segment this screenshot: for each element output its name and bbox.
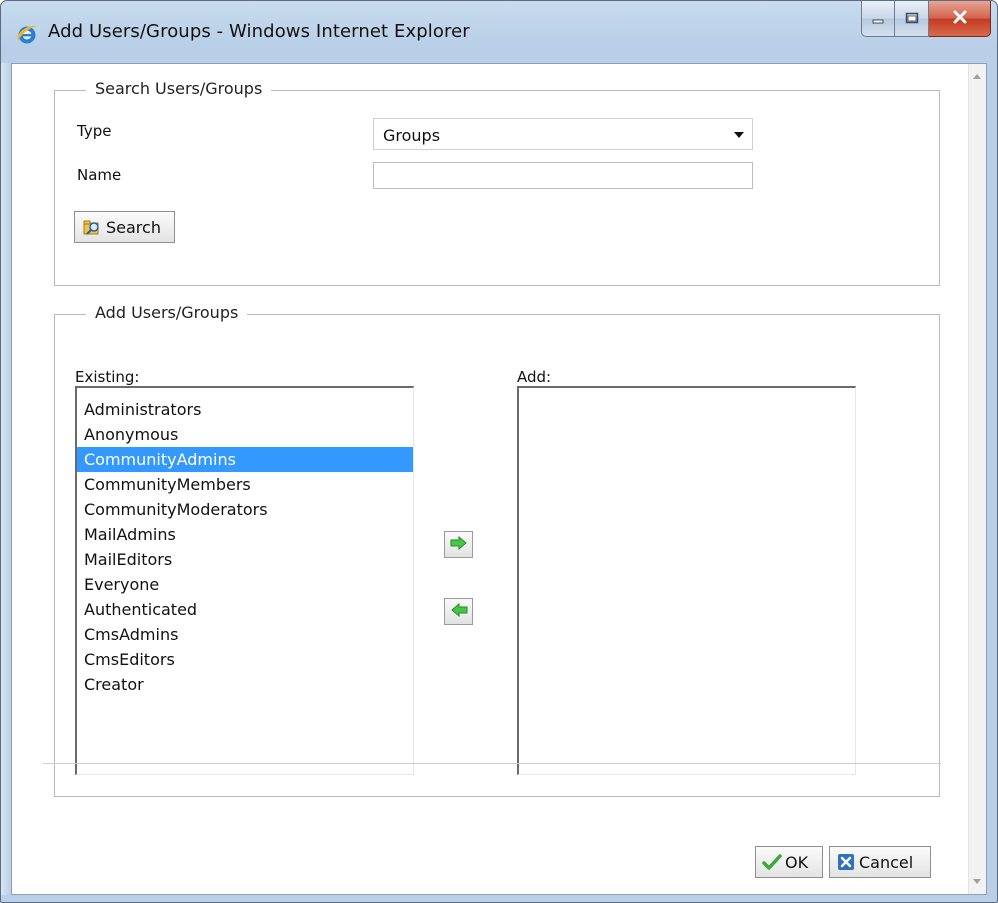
minimize-icon [871,9,885,28]
list-item[interactable]: Authenticated [77,597,413,622]
cancel-icon [837,853,855,871]
browser-window: Add Users/Groups - Windows Internet Expl… [0,0,998,903]
arrow-left-icon [450,602,468,621]
list-item[interactable]: CmsAdmins [77,622,413,647]
list-item[interactable]: MailAdmins [77,522,413,547]
name-label: Name [77,166,122,184]
list-item[interactable]: Everyone [77,572,413,597]
close-button[interactable] [929,1,991,37]
search-icon [82,217,102,237]
existing-label: Existing: [75,368,140,386]
maximize-button[interactable] [895,1,929,37]
window-frame-edge [1,63,11,895]
list-item[interactable]: CommunityAdmins [77,447,413,472]
maximize-icon [905,9,919,28]
move-left-button[interactable] [444,598,473,625]
list-item[interactable]: MailEditors [77,547,413,572]
ok-button[interactable]: OK [755,846,823,878]
cancel-button[interactable]: Cancel [829,846,931,878]
list-item[interactable]: CommunityModerators [77,497,413,522]
window-title: Add Users/Groups - Windows Internet Expl… [48,21,470,42]
checkmark-icon [762,853,782,871]
existing-list[interactable]: Administrators Anonymous CommunityAdmins Co… [75,386,414,775]
ok-button-label: OK [785,852,809,872]
name-input[interactable] [373,162,753,189]
footer-divider [43,763,941,764]
search-button-label: Search [106,217,161,237]
add-list[interactable] [517,386,856,775]
vertical-scrollbar[interactable] [968,64,986,894]
type-label: Type [77,122,112,140]
type-select-value: Groups [383,126,441,145]
minimize-button[interactable] [861,1,895,37]
cancel-button-label: Cancel [859,852,914,872]
list-item[interactable]: CommunityMembers [77,472,413,497]
close-icon [952,9,968,28]
search-button[interactable]: Search [74,211,175,243]
move-right-button[interactable] [444,531,473,558]
list-item[interactable]: Anonymous [77,422,413,447]
title-bar[interactable]: Add Users/Groups - Windows Internet Expl… [1,1,997,63]
list-item[interactable]: Creator [77,672,413,697]
add-label: Add: [517,368,552,386]
list-item[interactable]: CmsEditors [77,647,413,672]
search-section-legend: Search Users/Groups [86,79,272,98]
add-section-legend: Add Users/Groups [86,303,248,322]
arrow-right-icon [450,535,468,554]
list-item[interactable]: Administrators [77,397,413,422]
ie-icon [15,22,39,46]
type-select[interactable]: Groups [373,118,753,150]
scroll-up-icon[interactable] [973,74,981,79]
scroll-down-icon[interactable] [973,879,981,884]
chevron-down-icon [734,132,744,138]
